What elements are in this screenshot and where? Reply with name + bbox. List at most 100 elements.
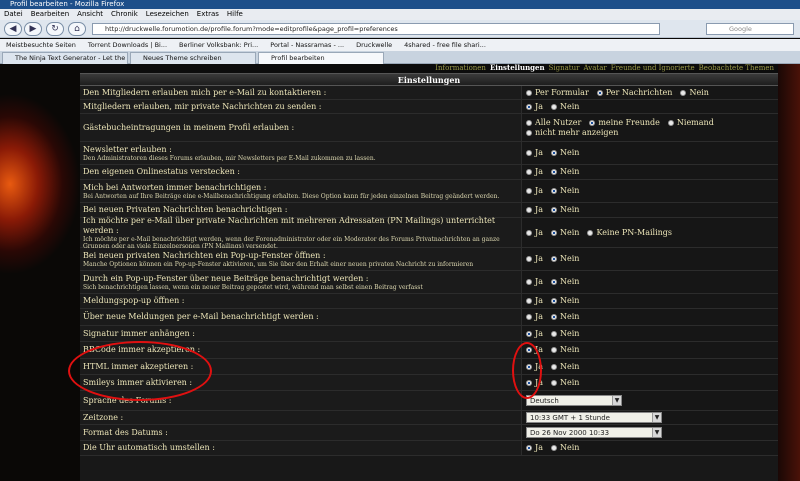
dropdown-select[interactable]: Do 26 Nov 2000 10:33 ▼	[526, 427, 662, 438]
radio-button[interactable]	[589, 119, 596, 126]
bookmark-item[interactable]: Meistbesuchte Seiten	[6, 39, 76, 51]
radio-option[interactable]: meine Freunde	[589, 118, 660, 128]
browser-tab[interactable]: Profil bearbeiten	[258, 52, 384, 64]
radio-option[interactable]: Per Nachrichten	[596, 88, 672, 98]
radio-option[interactable]: Nein	[680, 88, 709, 98]
radio-button[interactable]	[587, 229, 594, 236]
radio-button[interactable]	[526, 169, 532, 175]
menu-item-ansicht[interactable]: Ansicht	[77, 9, 103, 20]
dropdown-select[interactable]: 10:33 GMT + 1 Stunde ▼	[526, 412, 662, 423]
radio-button[interactable]	[680, 89, 687, 96]
radio-button[interactable]	[526, 363, 532, 370]
radio-option[interactable]: Nein	[550, 228, 579, 238]
menu-item-datei[interactable]: Datei	[4, 9, 23, 20]
radio-option[interactable]: Nein	[550, 254, 579, 264]
search-input[interactable]: Google	[706, 23, 794, 35]
menu-item-chronik[interactable]: Chronik	[111, 9, 138, 20]
address-bar[interactable]: http://druckwelle.forumotion.de/profile.…	[92, 23, 660, 35]
home-button[interactable]: ⌂	[68, 22, 86, 36]
radio-button[interactable]	[526, 103, 532, 110]
chevron-down-icon[interactable]: ▼	[652, 428, 661, 437]
dropdown-select[interactable]: Deutsch ▼	[526, 395, 622, 406]
radio-option[interactable]: Nein	[550, 186, 579, 196]
radio-option[interactable]: Ja	[526, 345, 543, 355]
radio-option[interactable]: Ja	[526, 186, 543, 196]
radio-option[interactable]: Ja	[526, 329, 543, 339]
radio-option[interactable]: Keine PN-Mailings	[587, 228, 672, 238]
radio-button[interactable]	[550, 298, 557, 304]
radio-option[interactable]: Nein	[550, 443, 579, 453]
radio-button[interactable]	[526, 445, 532, 451]
radio-button[interactable]	[526, 188, 532, 194]
bookmark-item[interactable]: Portal - Nassramas - ...	[270, 39, 344, 51]
radio-option[interactable]: Nein	[550, 362, 579, 372]
radio-option[interactable]: Ja	[526, 148, 543, 158]
radio-button[interactable]	[550, 445, 557, 451]
radio-option[interactable]: Ja	[526, 443, 543, 453]
radio-option[interactable]: Nein	[550, 312, 579, 322]
radio-button[interactable]	[526, 347, 532, 353]
bookmark-item[interactable]: Berliner Volksbank: Pri...	[179, 39, 258, 51]
radio-button[interactable]	[526, 298, 532, 304]
chevron-down-icon[interactable]: ▼	[612, 396, 621, 405]
profile-tab[interactable]: Avatar	[583, 64, 606, 72]
menu-item-extras[interactable]: Extras	[197, 9, 219, 20]
radio-option[interactable]: Nein	[550, 277, 579, 287]
profile-tab[interactable]: Freunde und Ignorierte	[611, 64, 695, 72]
browser-tab[interactable]: Neues Theme schreiben	[130, 52, 256, 64]
radio-button[interactable]	[526, 229, 532, 236]
radio-button[interactable]	[550, 314, 557, 320]
radio-option[interactable]: Ja	[526, 362, 543, 372]
radio-button[interactable]	[550, 207, 557, 213]
radio-button[interactable]	[550, 169, 557, 175]
radio-button[interactable]	[526, 379, 532, 386]
radio-option[interactable]: Ja	[526, 205, 543, 215]
menu-item-bearbeiten[interactable]: Bearbeiten	[31, 9, 69, 20]
radio-button[interactable]	[550, 150, 557, 156]
forward-button[interactable]: ▶	[24, 22, 42, 36]
bookmark-item[interactable]: 4shared - free file shari...	[404, 39, 486, 51]
radio-button[interactable]	[526, 129, 532, 136]
bookmark-item[interactable]: Druckwelle	[356, 39, 392, 51]
radio-button[interactable]	[550, 330, 557, 337]
browser-tab[interactable]: The Ninja Text Generator - Let the n...	[2, 52, 128, 64]
radio-option[interactable]: Per Formular	[526, 88, 589, 98]
radio-button[interactable]	[596, 89, 603, 96]
radio-button[interactable]	[526, 89, 532, 96]
profile-tab[interactable]: Signatur	[549, 64, 580, 72]
radio-option[interactable]: Ja	[526, 277, 543, 287]
radio-button[interactable]	[550, 256, 557, 262]
radio-button[interactable]	[550, 279, 557, 285]
radio-option[interactable]: Nein	[550, 296, 579, 306]
radio-option[interactable]: Ja	[526, 228, 543, 238]
radio-option[interactable]: Nein	[550, 102, 579, 112]
radio-option[interactable]: Ja	[526, 254, 543, 264]
radio-option[interactable]: Alle Nutzer	[526, 118, 581, 128]
profile-tab[interactable]: Einstellungen	[490, 64, 545, 72]
radio-option[interactable]: nicht mehr anzeigen	[526, 128, 618, 138]
radio-button[interactable]	[526, 150, 532, 156]
radio-button[interactable]	[526, 119, 532, 126]
radio-option[interactable]: Nein	[550, 329, 579, 339]
radio-button[interactable]	[550, 379, 557, 386]
radio-option[interactable]: Nein	[550, 378, 579, 388]
radio-button[interactable]	[526, 256, 532, 262]
radio-option[interactable]: Ja	[526, 102, 543, 112]
menu-item-hilfe[interactable]: Hilfe	[227, 9, 243, 20]
radio-option[interactable]: Ja	[526, 312, 543, 322]
bookmark-item[interactable]: Torrent Downloads | Bi...	[88, 39, 167, 51]
radio-option[interactable]: Nein	[550, 205, 579, 215]
radio-option[interactable]: Nein	[550, 167, 579, 177]
radio-button[interactable]	[526, 314, 532, 320]
radio-option[interactable]: Ja	[526, 378, 543, 388]
radio-button[interactable]	[526, 330, 532, 337]
radio-button[interactable]	[550, 363, 557, 370]
radio-option[interactable]: Nein	[550, 148, 579, 158]
radio-button[interactable]	[550, 103, 557, 110]
back-button[interactable]: ◀	[4, 22, 22, 36]
radio-option[interactable]: Niemand	[667, 118, 714, 128]
chevron-down-icon[interactable]: ▼	[652, 413, 661, 422]
radio-button[interactable]	[550, 188, 557, 194]
radio-option[interactable]: Nein	[550, 345, 579, 355]
radio-button[interactable]	[550, 229, 557, 236]
